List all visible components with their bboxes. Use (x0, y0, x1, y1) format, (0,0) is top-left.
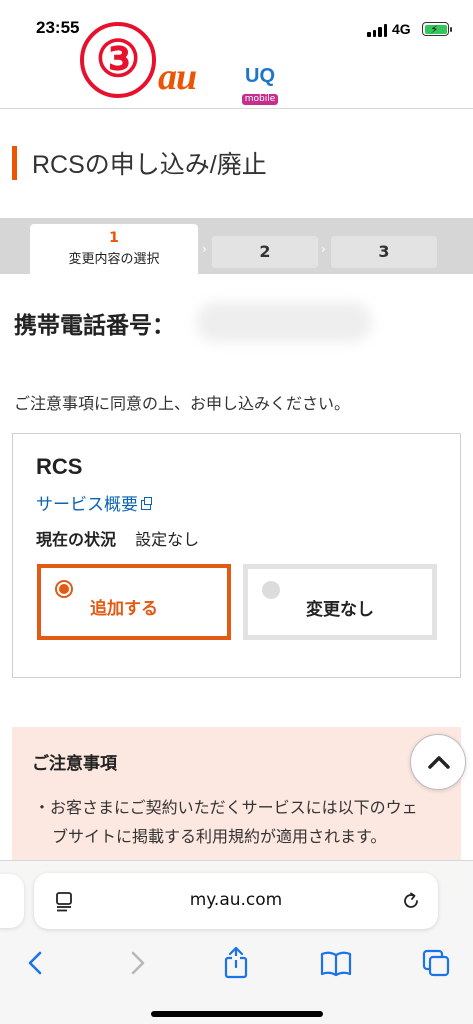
caution-title: ご注意事項 (32, 754, 117, 774)
card-title: RCS (36, 454, 83, 479)
bookmarks-icon[interactable] (316, 943, 356, 983)
share-icon[interactable] (216, 943, 256, 983)
browser-nav-row (0, 943, 473, 983)
uq-mobile-logo[interactable]: UQ mobile (240, 65, 280, 105)
previous-tab-preview[interactable] (0, 874, 24, 928)
scroll-to-top-button[interactable] (410, 734, 466, 790)
page-title: RCSの申し込み/廃止 (32, 151, 267, 179)
option-no-change-label: 変更なし (306, 600, 374, 620)
step-arrow-icon: › (321, 242, 326, 256)
service-overview-link[interactable]: サービス概要 (36, 490, 152, 515)
au-logo[interactable]: au (158, 55, 197, 99)
cellular-signal-icon (367, 24, 387, 37)
phone-number-label: 携帯電話番号： (14, 312, 175, 338)
tabs-icon[interactable] (416, 943, 456, 983)
address-bar[interactable]: my.au.com (34, 873, 438, 929)
step-1-active: 1 変更内容の選択 (30, 224, 198, 274)
forward-icon[interactable] (117, 943, 157, 983)
home-indicator (151, 1011, 323, 1017)
option-no-change[interactable]: 変更なし (243, 564, 437, 640)
reload-icon[interactable] (400, 890, 422, 912)
url-text: my.au.com (189, 890, 283, 910)
browser-toolbar: my.au.com (0, 860, 473, 1024)
battery-cap (450, 27, 452, 32)
back-icon[interactable] (16, 943, 56, 983)
status-key: 現在の状況 (36, 530, 117, 549)
phone-number-redacted (196, 302, 372, 342)
status-time: 23:55 (36, 18, 80, 37)
caution-bullet: ・お客さまにご契約いただくサービスには以下のウェブサイトに掲載する利用規約が適用… (34, 798, 418, 846)
step-3: 3 (331, 236, 437, 268)
option-add[interactable]: 追加する (37, 564, 231, 640)
chevron-up-icon (428, 756, 450, 769)
step-1-number: 1 (109, 230, 119, 246)
step-arrow-icon: › (202, 242, 207, 256)
step-number-badge: ③ (80, 22, 156, 98)
uq-logo-sub: mobile (241, 94, 279, 105)
external-link-icon (141, 497, 152, 510)
step-2: 2 (212, 236, 318, 268)
status-value: 設定なし (135, 530, 200, 549)
battery-icon: ⚡ (422, 22, 449, 36)
status-bar: 23:55 4G ⚡ (0, 0, 473, 50)
agreement-notice: ご注意事項に同意の上、お申し込みください。 (14, 394, 351, 413)
header-divider (0, 108, 473, 109)
title-accent-bar (12, 146, 17, 180)
service-overview-label: サービス概要 (36, 495, 138, 515)
rcs-card: RCS サービス概要 現在の状況 設定なし 追加する 変更なし (12, 433, 461, 678)
option-add-label: 追加する (90, 599, 158, 619)
network-type: 4G (392, 21, 411, 37)
step-1-label: 変更内容の選択 (68, 252, 160, 267)
uq-logo-text: UQ (245, 65, 275, 87)
current-status: 現在の状況 設定なし (36, 526, 199, 550)
progress-steps: 1 変更内容の選択 › 2 › 3 (0, 218, 473, 274)
